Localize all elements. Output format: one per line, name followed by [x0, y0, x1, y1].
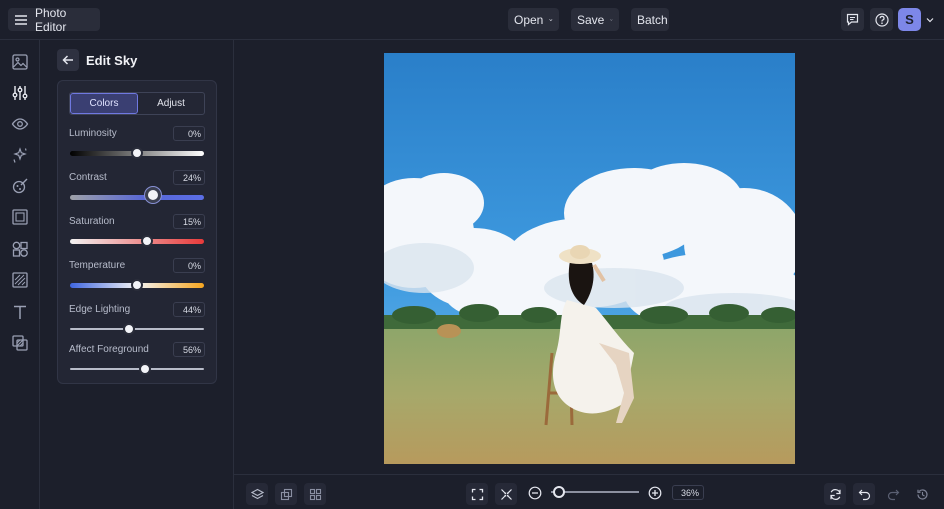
effects-sparkle-icon[interactable] — [11, 146, 29, 164]
overlay-layers-icon[interactable] — [11, 334, 29, 352]
batch-button[interactable]: Batch — [631, 8, 669, 31]
tab-colors[interactable]: Colors — [70, 93, 138, 114]
control-label: Edge Lighting — [69, 304, 131, 315]
luminosity-slider-knob[interactable] — [131, 147, 143, 159]
luminosity-control: Luminosity 0% — [69, 126, 205, 164]
open-label: Open — [514, 12, 544, 27]
chevron-down-icon[interactable] — [926, 16, 934, 24]
save-menu-button[interactable]: Save — [571, 8, 619, 31]
zoom-slider-knob[interactable] — [553, 486, 565, 498]
control-label: Contrast — [69, 172, 107, 183]
affect-foreground-slider-knob[interactable] — [139, 363, 152, 375]
feedback-button[interactable] — [841, 8, 864, 31]
elements-graphics-icon[interactable] — [11, 240, 29, 258]
zoom-out-icon[interactable] — [528, 486, 542, 500]
rotate-button[interactable] — [824, 483, 846, 505]
saturation-slider-track[interactable] — [70, 239, 204, 244]
history-button[interactable] — [911, 483, 933, 505]
control-value-input[interactable]: 15% — [173, 214, 205, 229]
control-label: Temperature — [69, 260, 126, 271]
frame-icon[interactable] — [11, 208, 29, 226]
grid-icon — [309, 488, 321, 500]
top-bar: Photo Editor Open Save Batch S — [0, 0, 944, 40]
history-icon — [916, 488, 928, 500]
edge-lighting-slider-track[interactable] — [70, 328, 204, 330]
control-value-input[interactable]: 0% — [173, 126, 205, 141]
app-menu-button[interactable]: Photo Editor — [8, 5, 100, 34]
panel-title: Edit Sky — [86, 53, 138, 68]
actual-size-button[interactable] — [495, 483, 517, 505]
back-button[interactable] — [57, 49, 79, 71]
text-icon[interactable] — [11, 303, 29, 321]
eye-icon[interactable] — [11, 115, 29, 133]
comment-icon — [846, 13, 859, 26]
chevron-down-icon — [549, 18, 553, 21]
collapse-icon — [500, 488, 512, 500]
layers-icon — [250, 488, 264, 499]
saturation-slider-knob[interactable] — [141, 235, 154, 247]
zoom-value[interactable]: 36% — [672, 485, 704, 500]
expand-icon — [471, 488, 483, 500]
control-label: Luminosity — [69, 128, 117, 139]
open-menu-button[interactable]: Open — [508, 8, 559, 31]
control-value-input[interactable]: 56% — [173, 342, 205, 357]
adjustments-icon[interactable] — [11, 84, 29, 102]
edge-lighting-control: Edge Lighting 44% — [69, 302, 205, 340]
photo-canvas[interactable] — [384, 53, 795, 464]
user-avatar[interactable]: S — [898, 8, 921, 31]
layers-button[interactable] — [246, 483, 268, 505]
control-value-input[interactable]: 44% — [173, 302, 205, 317]
tab-group: Colors Adjust — [69, 92, 205, 115]
fit-to-screen-button[interactable] — [466, 483, 488, 505]
redo-button[interactable] — [882, 483, 904, 505]
control-value-input[interactable]: 0% — [173, 258, 205, 273]
redo-icon — [887, 489, 899, 500]
help-icon — [874, 12, 889, 27]
control-value-input[interactable]: 24% — [173, 170, 205, 185]
undo-button[interactable] — [853, 483, 875, 505]
edit-sky-panel: Edit Sky Colors Adjust Luminosity 0% Con… — [40, 40, 234, 509]
save-label: Save — [577, 12, 605, 27]
grid-view-button[interactable] — [304, 483, 326, 505]
undo-icon — [858, 489, 870, 500]
hamburger-icon — [15, 14, 27, 25]
temperature-slider-knob[interactable] — [131, 279, 143, 291]
batch-label: Batch — [637, 12, 668, 27]
control-label: Affect Foreground — [69, 344, 149, 355]
tab-adjust[interactable]: Adjust — [138, 93, 204, 114]
refresh-icon — [829, 488, 841, 500]
tool-rail — [0, 40, 40, 509]
arrow-left-icon — [62, 55, 73, 65]
texture-icon[interactable] — [11, 271, 29, 289]
touch-up-brush-icon[interactable] — [11, 177, 29, 195]
edge-lighting-slider-knob[interactable] — [122, 323, 135, 335]
contrast-control: Contrast 24% — [69, 170, 205, 208]
saturation-control: Saturation 15% — [69, 214, 205, 252]
affect-foreground-slider-track[interactable] — [70, 368, 204, 370]
zoom-in-icon[interactable] — [648, 486, 662, 500]
affect-foreground-control: Affect Foreground 56% — [69, 342, 205, 380]
chevron-down-icon — [610, 18, 613, 21]
compare-button[interactable] — [275, 483, 297, 505]
settings-card: Colors Adjust Luminosity 0% Contrast 24%… — [57, 80, 217, 384]
temperature-control: Temperature 0% — [69, 258, 205, 296]
help-button[interactable] — [870, 8, 893, 31]
contrast-slider-knob[interactable] — [145, 187, 162, 203]
contrast-slider-track[interactable] — [70, 195, 204, 200]
control-label: Saturation — [69, 216, 115, 227]
duplicate-icon — [280, 488, 292, 500]
app-title: Photo Editor — [35, 5, 67, 34]
image-icon[interactable] — [11, 53, 29, 71]
